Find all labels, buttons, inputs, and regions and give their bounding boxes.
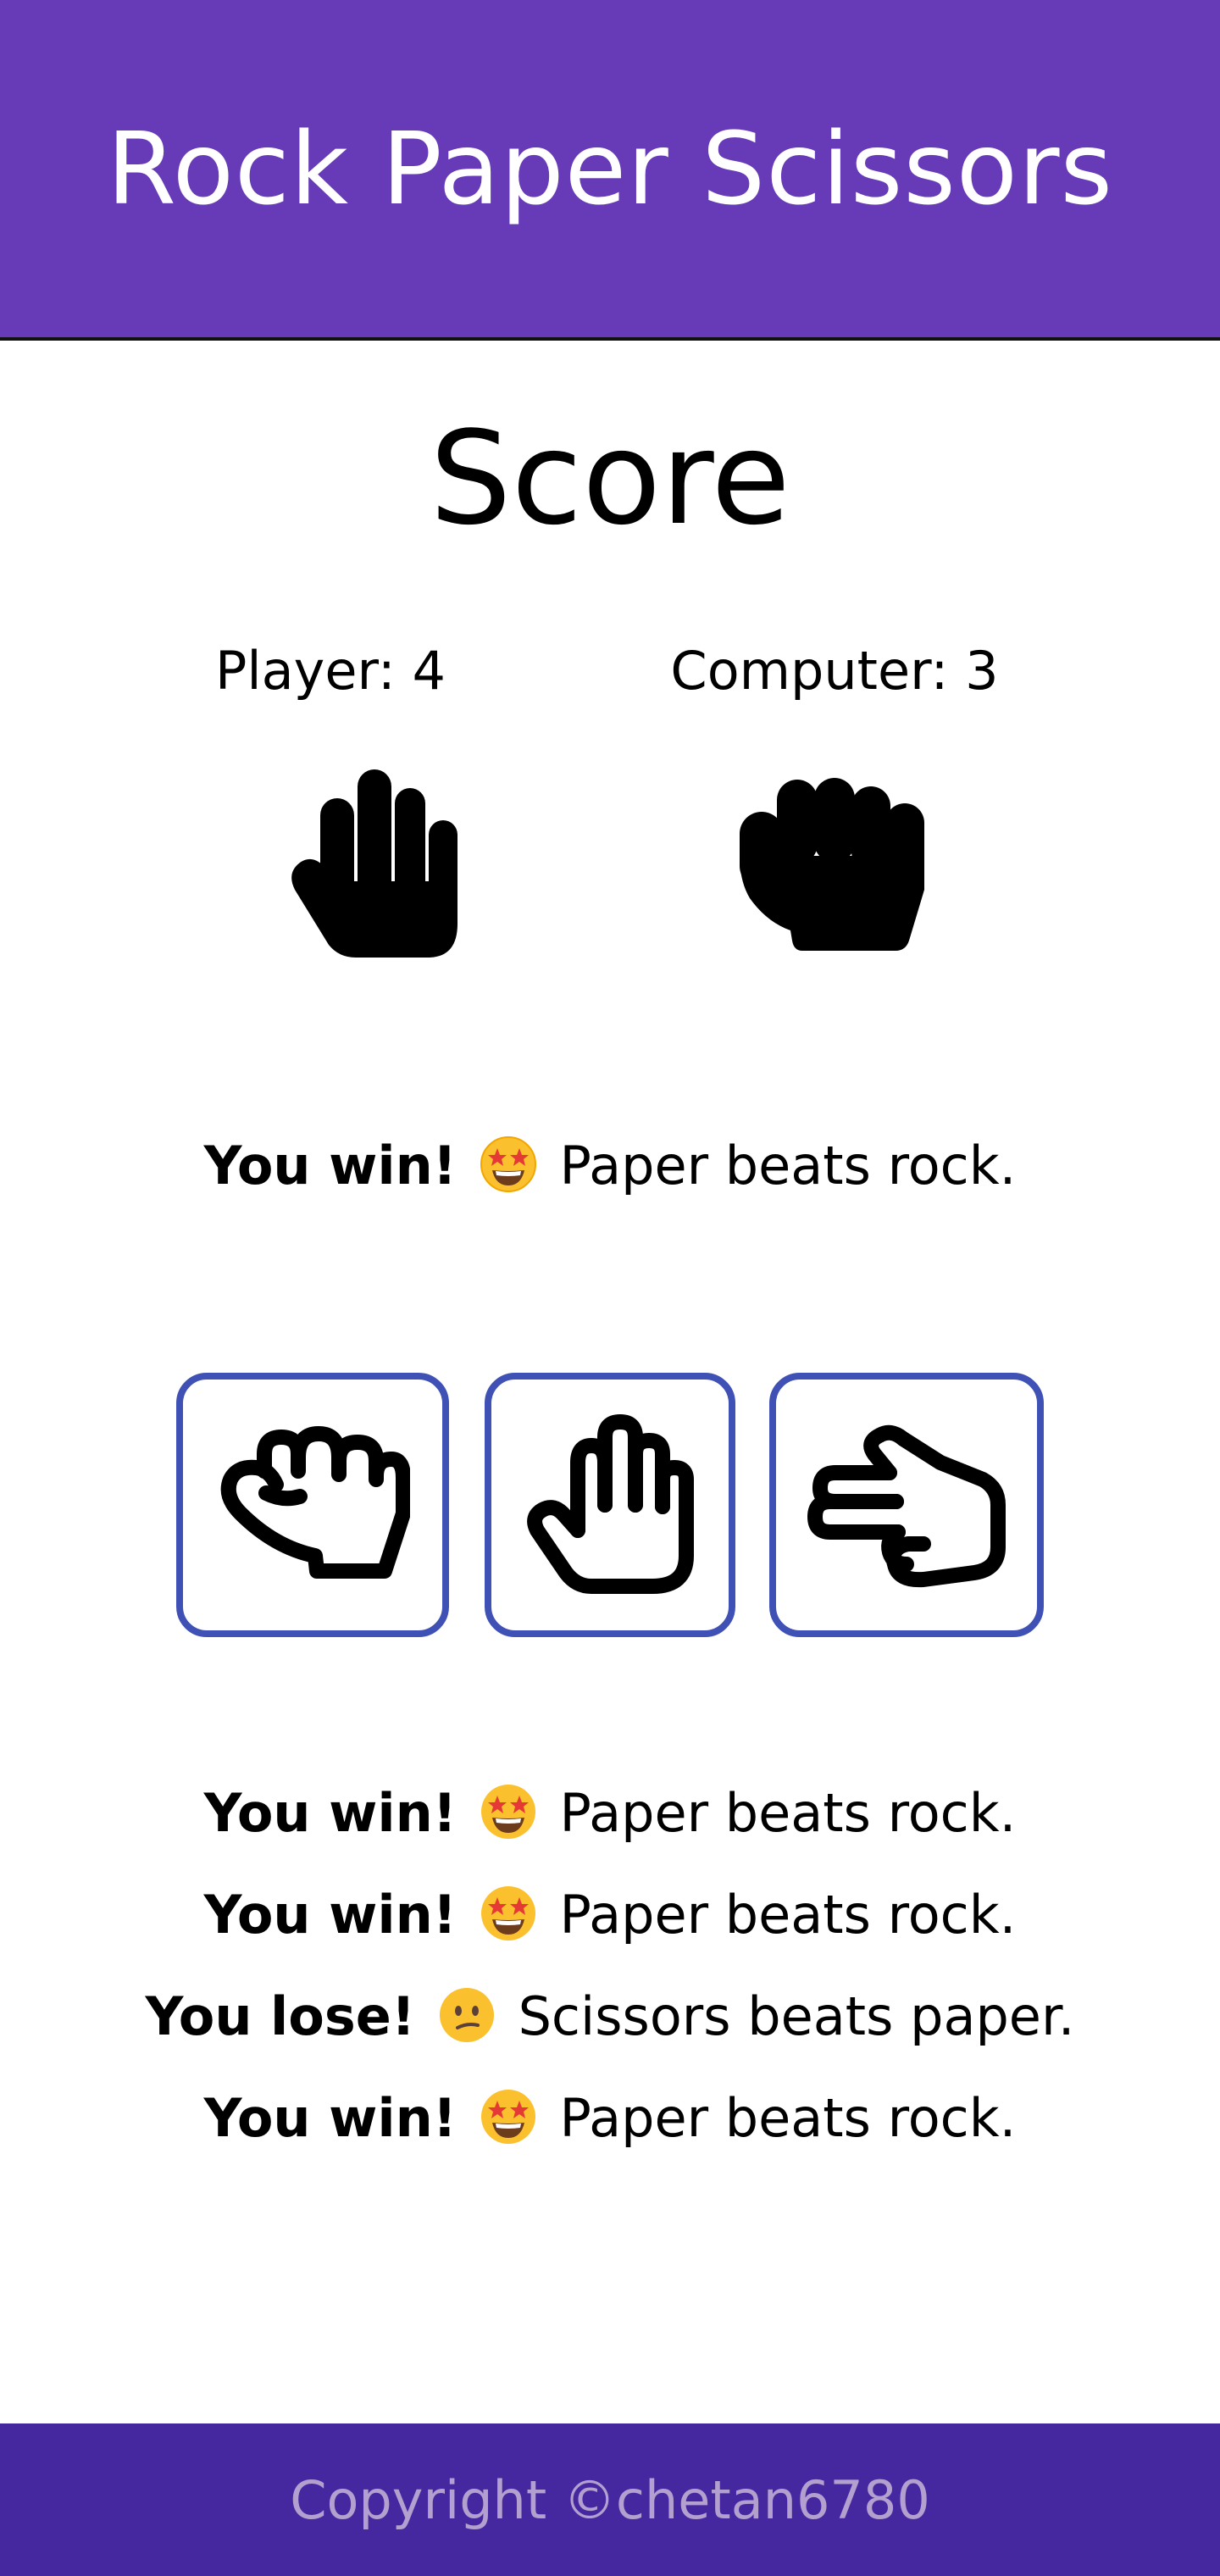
player-score: Player: 4: [215, 640, 446, 702]
history-item: You lose! Scissors beats paper.: [0, 1966, 1220, 2068]
history-text: Scissors beats paper.: [518, 1985, 1075, 2047]
star-struck-emoji: [480, 2090, 535, 2144]
history-text: Paper beats rock.: [559, 1884, 1017, 1946]
confused-face-emoji: [439, 1988, 494, 2042]
scissors-hand-outline-icon: [807, 1424, 1006, 1588]
star-struck-emoji: [480, 1785, 535, 1839]
history-text: Paper beats rock.: [559, 2087, 1017, 2149]
history-list: You win! Paper beats rock. You win! Pape…: [0, 1763, 1220, 2169]
history-prefix: You lose!: [145, 1985, 416, 2047]
fist-outline-icon: [220, 1426, 410, 1579]
history-item: You win! Paper beats rock.: [0, 1864, 1220, 1966]
app-header: Rock Paper Scissors: [0, 0, 1220, 341]
history-text: Paper beats rock.: [559, 1782, 1017, 1844]
hand-outline-icon: [527, 1414, 694, 1594]
round-result-text: Paper beats rock.: [559, 1135, 1017, 1196]
copyright-text: Copyright ©chetan6780: [290, 2468, 930, 2531]
choice-buttons: [0, 1373, 1220, 1644]
computer-score: Computer: 3: [670, 640, 999, 702]
rock-fist-icon: [733, 771, 936, 958]
history-item: You win! Paper beats rock.: [0, 1763, 1220, 1864]
history-prefix: You win!: [203, 1884, 458, 1946]
round-result: You win! Paper beats rock.: [0, 1124, 1220, 1208]
history-prefix: You win!: [203, 2087, 458, 2149]
star-struck-emoji: [480, 1886, 535, 1940]
paper-hand-icon: [280, 754, 466, 966]
round-result-prefix: You win!: [203, 1135, 458, 1196]
app-title: Rock Paper Scissors: [107, 110, 1113, 227]
score-title: Score: [430, 403, 790, 553]
scissors-button[interactable]: [769, 1373, 1044, 1637]
history-prefix: You win!: [203, 1782, 458, 1844]
history-item: You win! Paper beats rock.: [0, 2068, 1220, 2169]
star-struck-emoji: [480, 1136, 536, 1192]
page-footer: Copyright ©chetan6780: [0, 2423, 1220, 2576]
paper-button[interactable]: [485, 1373, 735, 1637]
rock-button[interactable]: [176, 1373, 449, 1637]
